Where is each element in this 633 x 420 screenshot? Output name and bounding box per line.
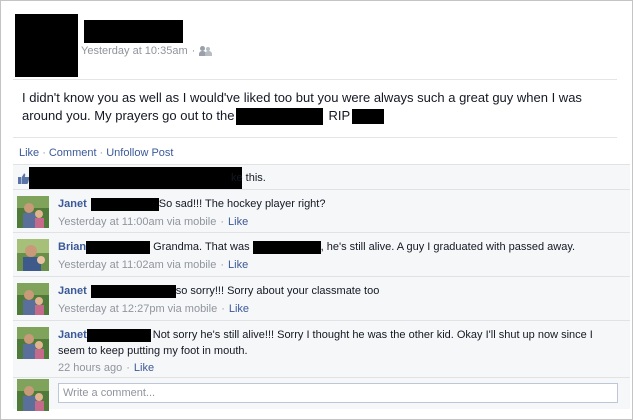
meta-separator: ·: [126, 362, 130, 374]
comment-input[interactable]: Write a comment...: [58, 383, 618, 403]
comment-timestamp[interactable]: Yesterday at 12:27pm via mobile: [58, 302, 217, 317]
comment-timestamp[interactable]: 22 hours ago: [58, 361, 122, 376]
likers-redacted[interactable]: [29, 167, 242, 189]
author-avatar-redacted[interactable]: [15, 14, 78, 77]
comment-link[interactable]: Comment: [49, 147, 97, 159]
post-text-rip: RIP: [328, 108, 351, 123]
redacted-text: [90, 285, 176, 298]
comment-text: Not sorry he's still alive!!! Sorry I th…: [152, 329, 593, 341]
redacted-text: [86, 329, 151, 342]
comment-author[interactable]: Janet: [58, 197, 87, 212]
meta-separator: ·: [221, 303, 225, 315]
comment: Janet Not sorry he's still alive!!! Sorr…: [13, 320, 630, 377]
action-separator: ·: [99, 147, 104, 159]
author-name-redacted[interactable]: [84, 20, 183, 43]
comment-author[interactable]: Janet: [58, 284, 87, 299]
comment-text: Grandma. That was: [150, 241, 253, 253]
avatar[interactable]: [17, 283, 49, 315]
comments-section: ke this. Janet So sad!!! The hockey play…: [13, 164, 630, 411]
post-text-start: around you. My prayers go out to the: [22, 108, 235, 123]
comment-body: Janet so sorry!!! Sorry about your class…: [58, 284, 379, 317]
post-meta: Yesterday at 10:35am ·: [81, 45, 213, 57]
post-actions: Like · Comment · Unfollow Post: [19, 147, 173, 159]
comment-body: Janet So sad!!! The hockey player right?…: [58, 197, 325, 230]
divider: [13, 79, 617, 80]
post-card: Yesterday at 10:35am · I didn't know you…: [0, 0, 633, 420]
meta-separator: ·: [220, 216, 225, 228]
comment-timestamp[interactable]: Yesterday at 11:00am via mobile: [58, 215, 216, 230]
avatar: [17, 379, 49, 411]
comment-text: so sorry!!! Sorry about your classmate t…: [175, 285, 380, 297]
redacted-text: [236, 107, 324, 125]
comment-author[interactable]: Janet: [58, 328, 87, 343]
comment: Janet so sorry!!! Sorry about your class…: [13, 276, 630, 320]
action-separator: ·: [42, 147, 46, 159]
comment-like-link[interactable]: Like: [134, 361, 154, 376]
comment-author[interactable]: Brian: [58, 240, 86, 255]
comment: Brian Grandma. That was , he's still ali…: [13, 232, 630, 276]
meta-separator: ·: [220, 259, 225, 271]
comment: Janet So sad!!! The hockey player right?…: [13, 189, 630, 232]
avatar[interactable]: [17, 327, 49, 359]
friends-icon[interactable]: [199, 46, 213, 56]
comment-body: Janet Not sorry he's still alive!!! Sorr…: [58, 328, 593, 376]
comment-body: Brian Grandma. That was , he's still ali…: [58, 240, 575, 273]
like-link[interactable]: Like: [19, 147, 39, 159]
likes-text: ke this.: [231, 172, 266, 184]
comment-like-link[interactable]: Like: [228, 215, 248, 230]
avatar[interactable]: [17, 239, 49, 271]
redacted-text: [90, 198, 159, 211]
redacted-text: [352, 108, 385, 124]
unfollow-post-link[interactable]: Unfollow Post: [106, 147, 173, 159]
meta-separator: ·: [191, 45, 196, 57]
comment-like-link[interactable]: Like: [228, 258, 248, 273]
post-timestamp[interactable]: Yesterday at 10:35am: [81, 45, 188, 57]
likes-summary: ke this.: [13, 164, 630, 189]
comment-composer: Write a comment...: [13, 377, 630, 411]
post-text-line1: I didn't know you as well as I would've …: [22, 90, 582, 105]
redacted-text: [86, 241, 151, 254]
comment-text: So sad!!! The hockey player right?: [158, 198, 326, 210]
redacted-text: [252, 241, 321, 254]
avatar[interactable]: [17, 196, 49, 228]
comment-like-link[interactable]: Like: [229, 302, 249, 317]
post-text-line2: around you. My prayers go out to the RIP: [22, 107, 385, 125]
comment-timestamp[interactable]: Yesterday at 11:02am via mobile: [58, 258, 216, 273]
divider: [13, 137, 617, 138]
comment-text: seem to keep putting my foot in mouth.: [58, 345, 248, 357]
comment-text: , he's still alive. A guy I graduated wi…: [320, 241, 576, 253]
